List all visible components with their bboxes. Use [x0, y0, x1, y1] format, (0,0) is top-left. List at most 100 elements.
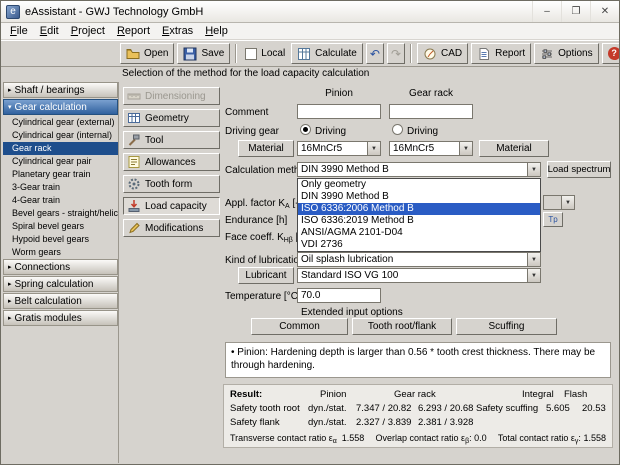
- material-pinion-button[interactable]: Material: [238, 140, 294, 157]
- sidebar-item-spiral-bevel-gears[interactable]: Spiral bevel gears: [3, 220, 118, 233]
- report-button[interactable]: Report: [471, 43, 532, 64]
- dropdown-option[interactable]: ISO 6336:2019 Method B: [298, 215, 540, 227]
- safety-flank-label: Safety flank: [230, 417, 280, 428]
- endurance-side-button[interactable]: Tp: [543, 212, 563, 227]
- scuffing-button[interactable]: Scuffing: [456, 318, 557, 335]
- local-checkbox[interactable]: [245, 47, 258, 60]
- chevron-down-icon[interactable]: ▼: [367, 142, 380, 155]
- load-spectrum-button[interactable]: Load spectrum: [547, 161, 611, 178]
- options-button[interactable]: Options: [534, 43, 599, 64]
- common-button[interactable]: Common: [251, 318, 348, 335]
- dropdown-option[interactable]: DIN 3990 Method B: [298, 191, 540, 203]
- sidebar-item-4-gear-train[interactable]: 4-Gear train: [3, 194, 118, 207]
- safety-tooth-root-mode: dyn./stat.: [308, 403, 347, 414]
- sidebar-item-bevel-gears[interactable]: Bevel gears - straight/helical: [3, 207, 118, 220]
- app-icon: e: [6, 4, 20, 19]
- open-button[interactable]: Open: [120, 43, 175, 64]
- results-header-integral: Integral: [522, 389, 554, 400]
- tool-hammer-icon: [128, 134, 140, 146]
- driving-pinion-radio-label[interactable]: Driving: [315, 126, 346, 137]
- sidebar-item-hypoid-bevel-gears[interactable]: Hypoid bevel gears: [3, 233, 118, 246]
- material-gear-rack-button[interactable]: Material: [479, 140, 549, 157]
- nav-tool-button[interactable]: Tool: [123, 131, 220, 149]
- chevron-down-icon[interactable]: ▼: [459, 142, 472, 155]
- cad-button[interactable]: CAD: [417, 43, 469, 64]
- dropdown-option[interactable]: Only geometry: [298, 179, 540, 191]
- local-toggle[interactable]: Local: [242, 43, 288, 64]
- kind-of-lubrication-label: Kind of lubrication: [225, 255, 305, 266]
- modifications-pencil-icon: [129, 222, 140, 234]
- sidebar-item-planetary-gear-train[interactable]: Planetary gear train: [3, 168, 118, 181]
- chevron-right-icon: ▸: [8, 281, 12, 288]
- lubrication-combo[interactable]: Oil splash lubrication ▼: [297, 252, 541, 267]
- comment-label: Comment: [225, 107, 269, 118]
- menu-file[interactable]: File: [4, 24, 34, 38]
- redo-icon: ↷: [390, 46, 401, 61]
- material-pinion-combo[interactable]: 16MnCr5 ▼: [297, 141, 381, 156]
- safety-tooth-root-label: Safety tooth root: [230, 403, 300, 414]
- chevron-down-icon[interactable]: ▼: [527, 269, 540, 282]
- menu-report[interactable]: Report: [111, 24, 156, 38]
- nav-dimensioning-button[interactable]: Dimensioning: [123, 87, 220, 105]
- sidebar-group-shaft-bearings[interactable]: ▸ Shaft / bearings: [3, 82, 118, 98]
- dropdown-option-highlighted[interactable]: ISO 6336:2006 Method B: [298, 203, 540, 215]
- help-button[interactable]: ? Help: [601, 43, 619, 64]
- comment-pinion-input[interactable]: [297, 104, 381, 119]
- menu-project[interactable]: Project: [65, 24, 111, 38]
- results-header-gear-rack: Gear rack: [394, 389, 436, 400]
- driving-gear-label: Driving gear: [225, 126, 279, 137]
- calculate-label: Calculate: [315, 48, 357, 59]
- sidebar-item-cylindrical-gear-internal[interactable]: Cylindrical gear (internal): [3, 129, 118, 142]
- sidebar-item-3-gear-train[interactable]: 3-Gear train: [3, 181, 118, 194]
- toolbar-separator: [410, 44, 412, 63]
- allowances-sheet-icon: [128, 156, 140, 168]
- warning-message-box: • Pinion: Hardening depth is larger than…: [225, 342, 611, 378]
- local-label: Local: [261, 48, 286, 59]
- report-document-icon: [479, 47, 490, 60]
- lubricant-button[interactable]: Lubricant: [238, 267, 294, 284]
- sidebar-item-worm-gears[interactable]: Worm gears: [3, 246, 118, 259]
- driving-gear-rack-radio[interactable]: [392, 124, 403, 135]
- chevron-down-icon[interactable]: ▼: [527, 253, 540, 266]
- sidebar-group-connections[interactable]: ▸ Connections: [3, 259, 118, 275]
- nav-geometry-button[interactable]: Geometry: [123, 109, 220, 127]
- temperature-input[interactable]: 70.0: [297, 288, 381, 303]
- maximize-icon[interactable]: ❐: [561, 1, 590, 22]
- transverse-contact-ratio: Transverse contact ratio εα 1.558: [230, 433, 365, 445]
- sidebar-group-spring-calculation[interactable]: ▸ Spring calculation: [3, 276, 118, 292]
- material-gear-rack-combo[interactable]: 16MnCr5 ▼: [389, 141, 473, 156]
- redo-button[interactable]: ↷: [386, 43, 405, 64]
- contact-ratios-row: Transverse contact ratio εα 1.558 Overla…: [226, 433, 610, 445]
- gear-rack-column-header: Gear rack: [409, 88, 453, 99]
- close-icon[interactable]: ✕: [590, 1, 619, 22]
- save-label: Save: [201, 48, 225, 59]
- sidebar-group-belt-calculation[interactable]: ▸ Belt calculation: [3, 293, 118, 309]
- driving-gear-rack-radio-label[interactable]: Driving: [407, 126, 438, 137]
- sidebar-item-gear-rack[interactable]: Gear rack: [3, 142, 118, 155]
- menu-edit[interactable]: Edit: [34, 24, 65, 38]
- sidebar-item-cylindrical-gear-external[interactable]: Cylindrical gear (external): [3, 116, 118, 129]
- menu-help[interactable]: Help: [199, 24, 234, 38]
- undo-button[interactable]: ↶: [365, 43, 384, 64]
- nav-modifications-button[interactable]: Modifications: [123, 219, 220, 237]
- nav-load-capacity-button[interactable]: Load capacity: [123, 197, 220, 215]
- nav-allowances-button[interactable]: Allowances: [123, 153, 220, 171]
- chevron-right-icon: ▸: [8, 315, 12, 322]
- sidebar: ▸ Shaft / bearings ▾ Gear calculation Cy…: [3, 82, 119, 463]
- dropdown-option[interactable]: VDI 2736: [298, 239, 540, 251]
- comment-gear-rack-input[interactable]: [389, 104, 473, 119]
- minimize-icon[interactable]: –: [532, 1, 561, 22]
- calculate-button[interactable]: Calculate: [291, 43, 363, 64]
- sidebar-group-gear-calculation[interactable]: ▾ Gear calculation: [3, 99, 118, 115]
- sidebar-item-cylindrical-gear-pair[interactable]: Cylindrical gear pair: [3, 155, 118, 168]
- calculation-method-combo[interactable]: DIN 3990 Method B ▼: [297, 162, 541, 177]
- menu-extras[interactable]: Extras: [156, 24, 199, 38]
- sidebar-group-gratis-modules[interactable]: ▸ Gratis modules: [3, 310, 118, 326]
- tooth-root-flank-button[interactable]: Tooth root/flank: [352, 318, 452, 335]
- lubricant-combo[interactable]: Standard ISO VG 100 ▼: [297, 268, 541, 283]
- driving-pinion-radio[interactable]: [300, 124, 311, 135]
- dropdown-option[interactable]: ANSI/AGMA 2101-D04: [298, 227, 540, 239]
- save-button[interactable]: Save: [177, 43, 231, 64]
- chevron-down-icon[interactable]: ▼: [527, 163, 540, 176]
- nav-tooth-form-button[interactable]: Tooth form: [123, 175, 220, 193]
